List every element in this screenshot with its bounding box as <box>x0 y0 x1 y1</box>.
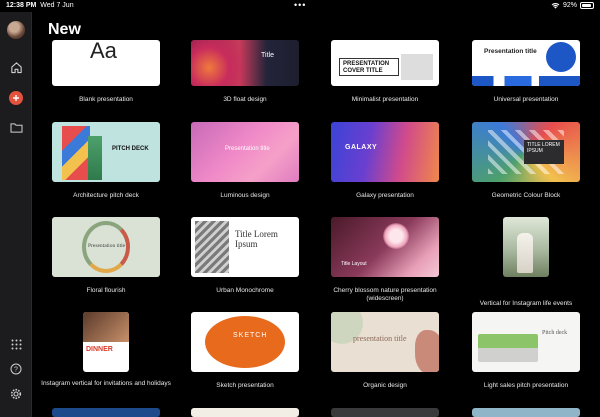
template-caption: 3D float design <box>223 96 267 103</box>
template-universal[interactable]: Presentation title <box>472 40 580 86</box>
template-preview-text: PITCH DECK <box>112 146 149 152</box>
template-caption: Geometric Colour Block <box>491 192 561 199</box>
template-instagram-life[interactable] <box>503 217 549 277</box>
template-preview-text: TITLE LOREM IPSUM <box>527 142 560 154</box>
template-caption: Urban Monochrome <box>216 287 274 294</box>
template-row5-3[interactable] <box>331 408 439 417</box>
avatar[interactable] <box>7 21 25 39</box>
multitasking-dots[interactable]: ••• <box>294 0 306 10</box>
svg-text:?: ? <box>14 367 18 374</box>
template-preview-text: Title Layout <box>341 261 367 267</box>
template-preview-text: Title <box>261 52 274 59</box>
template-preview-text: Title Lorem Ipsum <box>235 229 278 249</box>
template-caption: Architecture pitch deck <box>73 192 139 199</box>
template-caption: Blank presentation <box>79 96 133 103</box>
template-preview-text: Aa <box>90 40 117 63</box>
gear-icon[interactable] <box>8 386 24 402</box>
template-caption: Sketch presentation <box>216 382 274 389</box>
template-minimalist[interactable]: PRESENTATION COVER TITLE <box>331 40 439 86</box>
template-caption: Cherry blossom nature presentation (wide… <box>333 287 437 302</box>
template-caption: Organic design <box>363 382 407 389</box>
template-preview-text: GALAXY <box>345 144 378 151</box>
template-caption: Universal presentation <box>493 96 559 103</box>
template-geometric[interactable]: TITLE LOREM IPSUM <box>472 122 580 182</box>
help-icon[interactable]: ? <box>8 361 24 377</box>
template-caption: Vertical for Instagram life events <box>479 300 573 307</box>
template-caption: Light sales pitch presentation <box>483 382 569 389</box>
folder-icon[interactable] <box>8 119 24 135</box>
template-preview-text: SKETCH <box>233 332 268 339</box>
template-preview-text: Presentation title <box>88 243 126 249</box>
template-row5-1[interactable] <box>52 408 160 417</box>
template-cherry-blossom[interactable]: Title Layout <box>331 217 439 277</box>
template-architecture[interactable]: PITCH DECK <box>52 122 160 182</box>
template-blank[interactable]: Aa <box>52 40 160 86</box>
main-content: New Aa Blank presentation Title 3D float… <box>32 12 600 417</box>
add-icon[interactable] <box>9 91 23 105</box>
template-urban-mono[interactable]: Title Lorem Ipsum <box>191 217 299 277</box>
page-title: New <box>48 21 81 38</box>
template-instagram-invitations[interactable]: DINNER <box>83 312 129 372</box>
wifi-icon <box>551 3 560 9</box>
status-time: 12:38 PM Wed 7 Jun <box>6 2 74 9</box>
template-luminous[interactable]: Presentation title <box>191 122 299 182</box>
template-light-sales[interactable]: Pitch deck <box>472 312 580 372</box>
sidebar: ? <box>0 12 32 417</box>
apps-grid-icon[interactable] <box>8 336 24 352</box>
template-galaxy[interactable]: GALAXY <box>331 122 439 182</box>
template-preview-text: Presentation title <box>484 48 537 55</box>
battery-percent: 92% <box>562 2 577 9</box>
template-preview-text: Pitch deck <box>542 330 568 336</box>
battery-icon <box>580 2 594 9</box>
home-icon[interactable] <box>8 59 24 75</box>
template-caption: Luminous design <box>220 192 270 199</box>
template-caption: Floral flourish <box>86 287 126 294</box>
template-row5-2[interactable] <box>191 408 299 417</box>
status-right: 92% <box>551 2 594 9</box>
template-preview-text: DINNER <box>86 346 113 353</box>
template-organic[interactable]: presentation title <box>331 312 439 372</box>
template-caption: Instagram vertical for invitations and h… <box>41 380 171 387</box>
template-caption: Minimalist presentation <box>351 96 419 103</box>
template-caption: Galaxy presentation <box>356 192 414 199</box>
status-bar: 12:38 PM Wed 7 Jun ••• 92% <box>0 0 600 12</box>
template-floral[interactable]: Presentation title <box>52 217 160 277</box>
template-row5-4[interactable] <box>472 408 580 417</box>
template-preview-text: PRESENTATION COVER TITLE <box>343 61 390 74</box>
template-sketch[interactable]: SKETCH <box>191 312 299 372</box>
template-preview-text: Presentation title <box>225 146 270 152</box>
template-preview-text: presentation title <box>353 334 407 343</box>
template-3d-float[interactable]: Title <box>191 40 299 86</box>
